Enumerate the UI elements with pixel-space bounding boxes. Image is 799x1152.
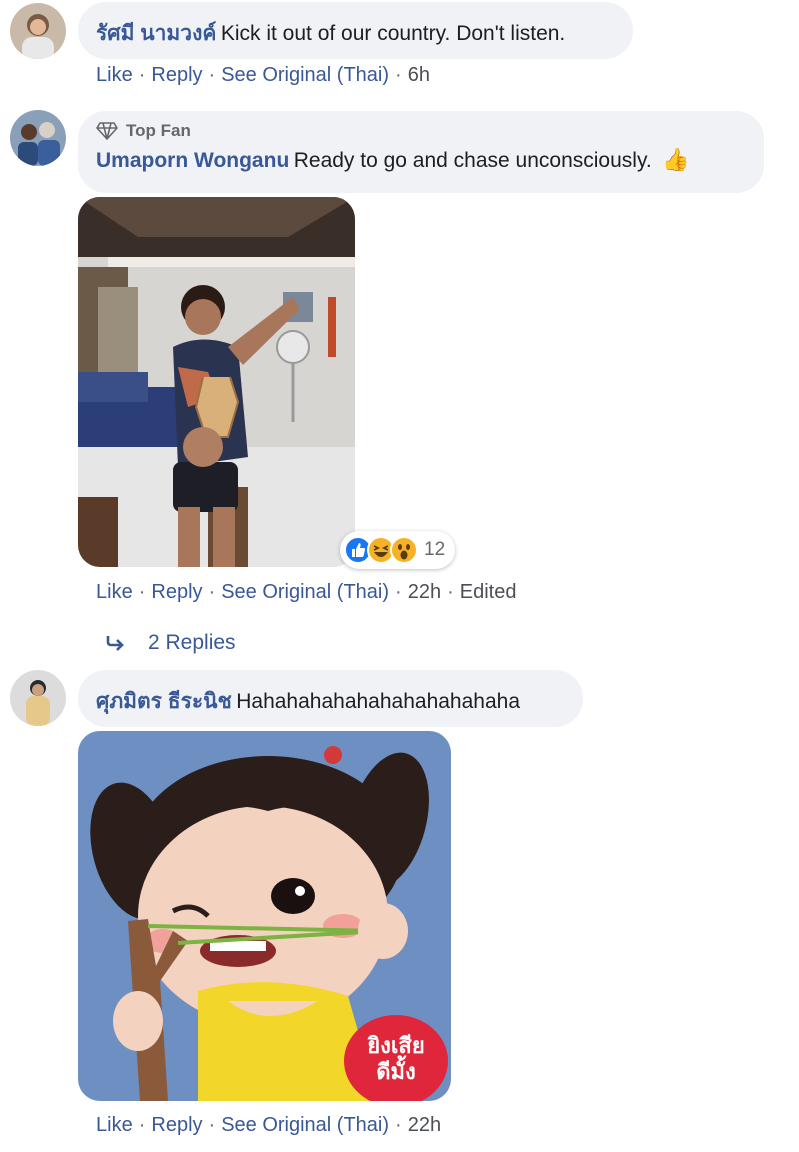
attached-photo[interactable] — [78, 197, 355, 567]
badge-label: Top Fan — [126, 121, 191, 140]
comment-author[interactable]: รัศมี นามวงค์ — [96, 22, 216, 45]
thumbs-up-emoji-icon: 👍 — [662, 147, 690, 172]
reply-button[interactable]: Reply — [151, 581, 202, 603]
reply-button[interactable]: Reply — [151, 1114, 202, 1136]
comment-actions: Like · Reply · See Original (Thai) · 22h — [96, 1114, 442, 1136]
avatar[interactable] — [10, 110, 66, 166]
comment-author[interactable]: ศุภมิตร ธีระนิช — [96, 690, 232, 713]
wow-icon — [390, 536, 418, 564]
reactions-summary[interactable]: 12 — [340, 531, 456, 569]
reaction-count: 12 — [424, 539, 446, 560]
top-fan-badge: Top Fan — [96, 121, 746, 141]
comment-actions: Like · Reply · See Original (Thai) · 22h · Edite… — [96, 581, 517, 603]
avatar[interactable] — [10, 3, 66, 59]
comment-author[interactable]: Umaporn Wonganu — [96, 149, 289, 172]
diamond-icon — [96, 122, 118, 140]
reply-arrow-icon — [106, 636, 124, 651]
like-button[interactable]: Like — [96, 581, 133, 603]
like-button[interactable]: Like — [96, 64, 133, 86]
comment-bubble: ศุภมิตร ธีระนิช Hahahahahahahahahahahaha — [78, 670, 583, 727]
view-replies-link[interactable]: 2 Replies — [106, 631, 236, 655]
comment-text: Hahahahahahahahahahahaha — [236, 690, 521, 713]
comment-bubble: รัศมี นามวงค์ Kick it out of our country… — [78, 2, 633, 59]
reply-button[interactable]: Reply — [151, 64, 202, 86]
comment-bubble: Top Fan Umaporn Wonganu Ready to go and … — [78, 111, 764, 193]
timestamp[interactable]: 22h — [408, 581, 441, 603]
comment-actions: Like · Reply · See Original (Thai) · 6h — [96, 64, 430, 86]
comment-text: Ready to go and chase unconsciously. — [293, 149, 652, 172]
replies-count[interactable]: 2 Replies — [148, 631, 236, 655]
timestamp[interactable]: 22h — [408, 1114, 441, 1136]
timestamp[interactable]: 6h — [408, 64, 430, 86]
avatar[interactable] — [10, 670, 66, 726]
comment-text: Kick it out of our country. Don't listen… — [220, 22, 566, 45]
see-original-link[interactable]: See Original (Thai) — [221, 581, 389, 603]
see-original-link[interactable]: See Original (Thai) — [221, 1114, 389, 1136]
sticker-image[interactable]: ยิงเสีย ดีมั้ง — [78, 731, 451, 1101]
like-button[interactable]: Like — [96, 1114, 133, 1136]
edited-label[interactable]: Edited — [460, 581, 517, 603]
sticker-caption: ยิงเสีย ดีมั้ง — [367, 1033, 425, 1084]
see-original-link[interactable]: See Original (Thai) — [221, 64, 389, 86]
